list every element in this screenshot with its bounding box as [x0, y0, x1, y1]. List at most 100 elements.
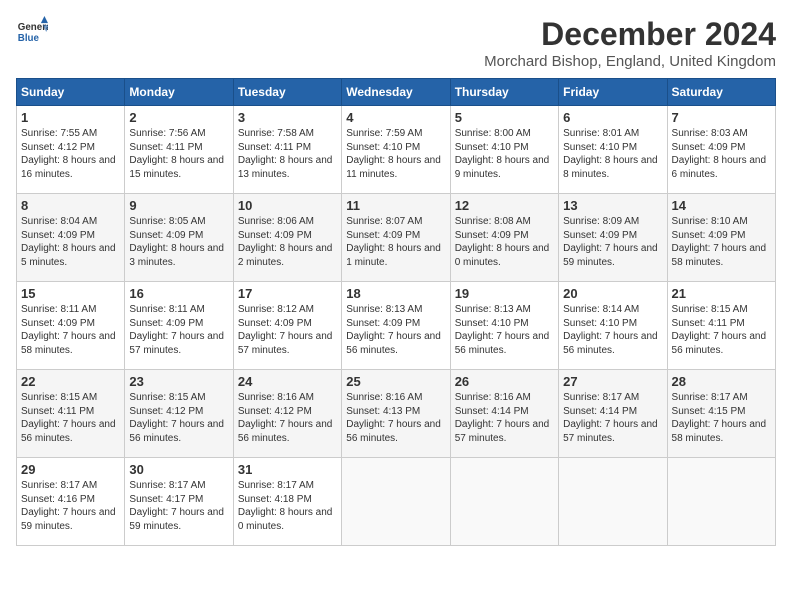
day-info: Sunrise: 8:12 AMSunset: 4:09 PMDaylight:…: [238, 304, 333, 356]
day-number: 27: [563, 374, 662, 389]
day-info: Sunrise: 8:14 AMSunset: 4:10 PMDaylight:…: [563, 304, 658, 356]
calendar-cell: 30 Sunrise: 8:17 AMSunset: 4:17 PMDaylig…: [125, 458, 233, 546]
day-number: 31: [238, 462, 337, 477]
calendar-cell: 19 Sunrise: 8:13 AMSunset: 4:10 PMDaylig…: [450, 282, 558, 370]
day-number: 4: [346, 110, 445, 125]
day-info: Sunrise: 8:17 AMSunset: 4:16 PMDaylight:…: [21, 480, 116, 532]
weekday-header: Thursday: [450, 79, 558, 106]
day-number: 3: [238, 110, 337, 125]
day-info: Sunrise: 8:04 AMSunset: 4:09 PMDaylight:…: [21, 216, 116, 268]
calendar-cell: 23 Sunrise: 8:15 AMSunset: 4:12 PMDaylig…: [125, 370, 233, 458]
day-number: 30: [129, 462, 228, 477]
day-info: Sunrise: 7:58 AMSunset: 4:11 PMDaylight:…: [238, 128, 333, 180]
calendar-cell: 6 Sunrise: 8:01 AMSunset: 4:10 PMDayligh…: [559, 106, 667, 194]
location-title: Morchard Bishop, England, United Kingdom: [484, 53, 776, 70]
calendar-cell: 3 Sunrise: 7:58 AMSunset: 4:11 PMDayligh…: [233, 106, 341, 194]
svg-text:General: General: [18, 22, 48, 33]
calendar-cell: 10 Sunrise: 8:06 AMSunset: 4:09 PMDaylig…: [233, 194, 341, 282]
day-info: Sunrise: 8:16 AMSunset: 4:14 PMDaylight:…: [455, 392, 550, 444]
calendar-cell: 25 Sunrise: 8:16 AMSunset: 4:13 PMDaylig…: [342, 370, 450, 458]
weekday-header: Monday: [125, 79, 233, 106]
day-number: 6: [563, 110, 662, 125]
day-number: 8: [21, 198, 120, 213]
calendar-cell: 27 Sunrise: 8:17 AMSunset: 4:14 PMDaylig…: [559, 370, 667, 458]
day-number: 14: [672, 198, 771, 213]
page-header: General Blue December 2024 Morchard Bish…: [16, 16, 776, 70]
day-number: 11: [346, 198, 445, 213]
calendar-cell: 15 Sunrise: 8:11 AMSunset: 4:09 PMDaylig…: [17, 282, 125, 370]
calendar-cell: [559, 458, 667, 546]
day-info: Sunrise: 8:15 AMSunset: 4:11 PMDaylight:…: [21, 392, 116, 444]
day-number: 21: [672, 286, 771, 301]
calendar-cell: 28 Sunrise: 8:17 AMSunset: 4:15 PMDaylig…: [667, 370, 775, 458]
logo: General Blue: [16, 16, 48, 48]
day-info: Sunrise: 8:13 AMSunset: 4:10 PMDaylight:…: [455, 304, 550, 356]
calendar-cell: 20 Sunrise: 8:14 AMSunset: 4:10 PMDaylig…: [559, 282, 667, 370]
calendar-cell: [342, 458, 450, 546]
day-number: 16: [129, 286, 228, 301]
logo-icon: General Blue: [16, 16, 48, 48]
day-number: 26: [455, 374, 554, 389]
calendar-cell: 26 Sunrise: 8:16 AMSunset: 4:14 PMDaylig…: [450, 370, 558, 458]
weekday-header: Tuesday: [233, 79, 341, 106]
calendar-cell: 14 Sunrise: 8:10 AMSunset: 4:09 PMDaylig…: [667, 194, 775, 282]
day-info: Sunrise: 8:17 AMSunset: 4:17 PMDaylight:…: [129, 480, 224, 532]
calendar-week-row: 1 Sunrise: 7:55 AMSunset: 4:12 PMDayligh…: [17, 106, 776, 194]
day-info: Sunrise: 8:09 AMSunset: 4:09 PMDaylight:…: [563, 216, 658, 268]
day-info: Sunrise: 8:15 AMSunset: 4:12 PMDaylight:…: [129, 392, 224, 444]
day-number: 5: [455, 110, 554, 125]
day-info: Sunrise: 8:01 AMSunset: 4:10 PMDaylight:…: [563, 128, 658, 180]
calendar-table: SundayMondayTuesdayWednesdayThursdayFrid…: [16, 78, 776, 546]
calendar-cell: [667, 458, 775, 546]
day-info: Sunrise: 8:11 AMSunset: 4:09 PMDaylight:…: [129, 304, 224, 356]
day-info: Sunrise: 7:56 AMSunset: 4:11 PMDaylight:…: [129, 128, 224, 180]
calendar-week-row: 22 Sunrise: 8:15 AMSunset: 4:11 PMDaylig…: [17, 370, 776, 458]
day-number: 19: [455, 286, 554, 301]
day-number: 29: [21, 462, 120, 477]
calendar-week-row: 29 Sunrise: 8:17 AMSunset: 4:16 PMDaylig…: [17, 458, 776, 546]
calendar-cell: 21 Sunrise: 8:15 AMSunset: 4:11 PMDaylig…: [667, 282, 775, 370]
day-number: 24: [238, 374, 337, 389]
day-number: 2: [129, 110, 228, 125]
calendar-cell: 31 Sunrise: 8:17 AMSunset: 4:18 PMDaylig…: [233, 458, 341, 546]
day-number: 17: [238, 286, 337, 301]
calendar-cell: 7 Sunrise: 8:03 AMSunset: 4:09 PMDayligh…: [667, 106, 775, 194]
calendar-cell: 5 Sunrise: 8:00 AMSunset: 4:10 PMDayligh…: [450, 106, 558, 194]
weekday-header: Wednesday: [342, 79, 450, 106]
day-number: 7: [672, 110, 771, 125]
day-info: Sunrise: 8:17 AMSunset: 4:18 PMDaylight:…: [238, 480, 333, 532]
title-block: December 2024 Morchard Bishop, England, …: [484, 16, 776, 70]
calendar-cell: 12 Sunrise: 8:08 AMSunset: 4:09 PMDaylig…: [450, 194, 558, 282]
day-info: Sunrise: 8:10 AMSunset: 4:09 PMDaylight:…: [672, 216, 767, 268]
day-info: Sunrise: 8:08 AMSunset: 4:09 PMDaylight:…: [455, 216, 550, 268]
day-number: 20: [563, 286, 662, 301]
day-number: 13: [563, 198, 662, 213]
calendar-cell: 11 Sunrise: 8:07 AMSunset: 4:09 PMDaylig…: [342, 194, 450, 282]
calendar-cell: 18 Sunrise: 8:13 AMSunset: 4:09 PMDaylig…: [342, 282, 450, 370]
day-number: 28: [672, 374, 771, 389]
day-info: Sunrise: 8:17 AMSunset: 4:14 PMDaylight:…: [563, 392, 658, 444]
calendar-cell: 4 Sunrise: 7:59 AMSunset: 4:10 PMDayligh…: [342, 106, 450, 194]
day-info: Sunrise: 8:16 AMSunset: 4:13 PMDaylight:…: [346, 392, 441, 444]
day-number: 15: [21, 286, 120, 301]
day-number: 23: [129, 374, 228, 389]
day-info: Sunrise: 8:16 AMSunset: 4:12 PMDaylight:…: [238, 392, 333, 444]
calendar-cell: 16 Sunrise: 8:11 AMSunset: 4:09 PMDaylig…: [125, 282, 233, 370]
day-info: Sunrise: 7:55 AMSunset: 4:12 PMDaylight:…: [21, 128, 116, 180]
calendar-cell: 8 Sunrise: 8:04 AMSunset: 4:09 PMDayligh…: [17, 194, 125, 282]
day-number: 25: [346, 374, 445, 389]
day-info: Sunrise: 8:11 AMSunset: 4:09 PMDaylight:…: [21, 304, 116, 356]
svg-text:Blue: Blue: [18, 33, 40, 44]
month-title: December 2024: [484, 16, 776, 53]
day-number: 10: [238, 198, 337, 213]
day-info: Sunrise: 8:17 AMSunset: 4:15 PMDaylight:…: [672, 392, 767, 444]
day-number: 9: [129, 198, 228, 213]
day-info: Sunrise: 8:05 AMSunset: 4:09 PMDaylight:…: [129, 216, 224, 268]
day-info: Sunrise: 8:13 AMSunset: 4:09 PMDaylight:…: [346, 304, 441, 356]
calendar-cell: 9 Sunrise: 8:05 AMSunset: 4:09 PMDayligh…: [125, 194, 233, 282]
calendar-cell: [450, 458, 558, 546]
day-info: Sunrise: 8:07 AMSunset: 4:09 PMDaylight:…: [346, 216, 441, 268]
weekday-header: Saturday: [667, 79, 775, 106]
calendar-cell: 24 Sunrise: 8:16 AMSunset: 4:12 PMDaylig…: [233, 370, 341, 458]
calendar-cell: 29 Sunrise: 8:17 AMSunset: 4:16 PMDaylig…: [17, 458, 125, 546]
